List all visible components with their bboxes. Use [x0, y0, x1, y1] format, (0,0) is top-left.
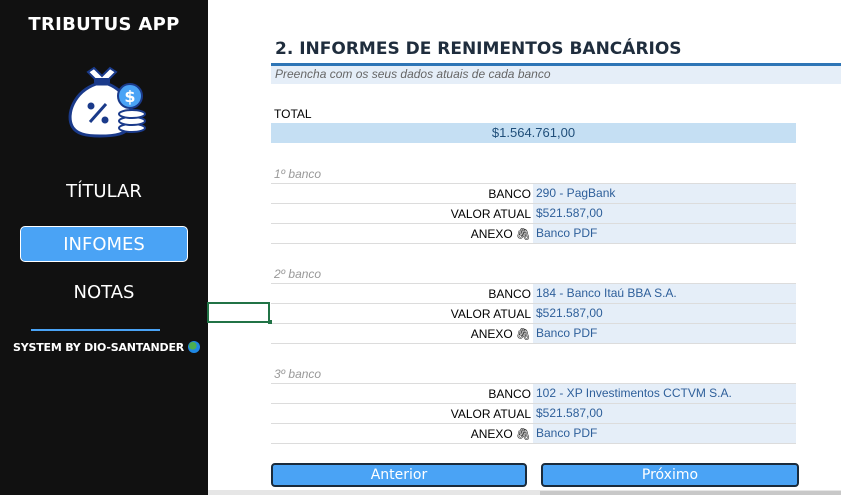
system-credit-text: SYSTEM BY DIO-SANTANDER: [13, 341, 185, 354]
paperclip-icon: 🖇: [515, 227, 531, 241]
scrollbar-thumb[interactable]: [540, 491, 841, 495]
nav-item-notas[interactable]: NOTAS: [20, 275, 188, 311]
total-value[interactable]: $1.564.761,00: [271, 123, 796, 143]
valor-value[interactable]: $521.587,00: [533, 404, 796, 423]
next-button[interactable]: Próximo: [541, 463, 799, 487]
bank-heading: 1º banco: [274, 167, 322, 181]
nav-item-infomes[interactable]: INFOMES: [20, 226, 188, 262]
svg-text:$: $: [124, 87, 135, 106]
banco-value[interactable]: 290 - PagBank: [533, 184, 796, 203]
anexo-label: ANEXO 🖇: [471, 427, 531, 441]
system-credit: SYSTEM BY DIO-SANTANDER: [13, 341, 201, 354]
anexo-label-text: ANEXO: [470, 227, 513, 241]
sidebar: TRIBUTUS APP $ TÍTULAR INFOMES NOTAS SYS…: [0, 0, 208, 495]
nav-item-titular[interactable]: TÍTULAR: [20, 174, 188, 210]
valor-value[interactable]: $521.587,00: [533, 304, 796, 323]
bank-row-banco: BANCO 290 - PagBank: [271, 184, 796, 204]
bank-row-anexo: ANEXO 🖇 Banco PDF: [271, 224, 796, 244]
valor-label: VALOR ATUAL: [450, 207, 531, 221]
bank-row-valor: VALOR ATUAL $521.587,00: [271, 204, 796, 224]
bank-row-banco: BANCO 102 - XP Investimentos CCTVM S.A.: [271, 384, 796, 404]
bank-row-banco: BANCO 184 - Banco Itaú BBA S.A.: [271, 284, 796, 304]
valor-label: VALOR ATUAL: [450, 407, 531, 421]
banco-value[interactable]: 102 - XP Investimentos CCTVM S.A.: [533, 384, 796, 403]
paperclip-icon: 🖇: [515, 327, 531, 341]
bank-row-valor: VALOR ATUAL $521.587,00: [271, 404, 796, 424]
anexo-label-text: ANEXO: [470, 327, 513, 341]
bank-heading: 3º banco: [274, 367, 322, 381]
paperclip-icon: 🖇: [515, 427, 531, 441]
anexo-value[interactable]: Banco PDF: [533, 224, 796, 243]
globe-icon: [188, 341, 201, 353]
bank-row-valor: VALOR ATUAL $521.587,00: [271, 304, 796, 324]
previous-button[interactable]: Anterior: [271, 463, 527, 487]
total-label: TOTAL: [274, 107, 312, 121]
bank-row-anexo: ANEXO 🖇 Banco PDF: [271, 424, 796, 444]
banco-label: BANCO: [488, 287, 531, 301]
money-bag-percent-icon: $: [68, 66, 146, 138]
bank-row-anexo: ANEXO 🖇 Banco PDF: [271, 324, 796, 344]
valor-label: VALOR ATUAL: [450, 307, 531, 321]
anexo-label: ANEXO 🖇: [471, 227, 531, 241]
page-title: 2. INFORMES DE RENIMENTOS BANCÁRIOS: [275, 39, 682, 59]
anexo-label: ANEXO 🖇: [471, 327, 531, 341]
banco-label: BANCO: [488, 387, 531, 401]
valor-value[interactable]: $521.587,00: [533, 204, 796, 223]
selected-cell[interactable]: [207, 302, 270, 323]
bank-heading: 2º banco: [274, 267, 322, 281]
fill-handle[interactable]: [268, 320, 272, 324]
anexo-value[interactable]: Banco PDF: [533, 424, 796, 443]
app-title: TRIBUTUS APP: [28, 14, 180, 35]
banco-value[interactable]: 184 - Banco Itaú BBA S.A.: [533, 284, 796, 303]
anexo-value[interactable]: Banco PDF: [533, 324, 796, 343]
page-subtitle: Preencha com os seus dados atuais de cad…: [275, 67, 551, 81]
sidebar-divider: [31, 329, 160, 331]
banco-label: BANCO: [488, 187, 531, 201]
anexo-label-text: ANEXO: [470, 427, 513, 441]
